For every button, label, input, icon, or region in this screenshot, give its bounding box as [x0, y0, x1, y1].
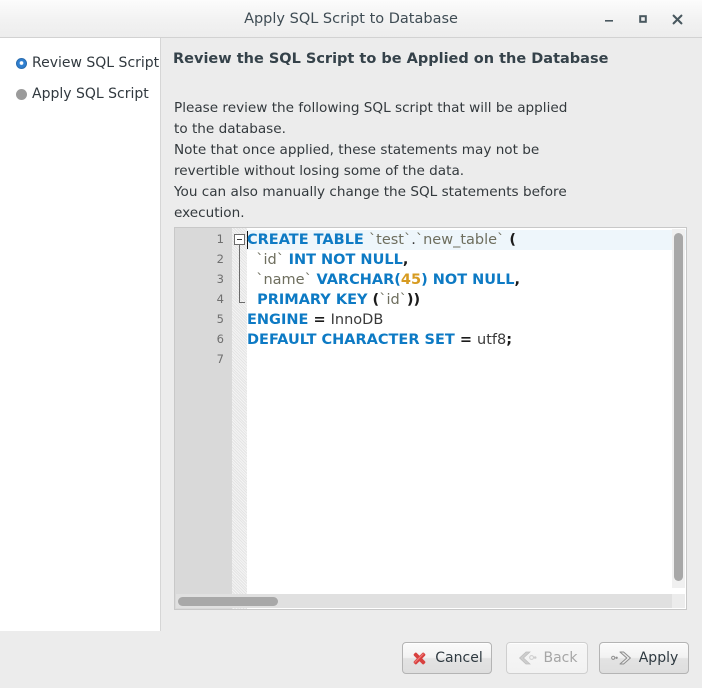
description-line: Note that once applied, these statements… [174, 142, 540, 158]
chevron-left-icon [517, 651, 537, 665]
back-button-label: Back [543, 650, 578, 666]
code-token-kw: INT NOT NULL [288, 252, 403, 268]
code-token-kw: ) NOT NULL [421, 272, 515, 288]
description-line: You can also manually change the SQL sta… [174, 184, 567, 200]
footer-bar: Cancel Back Apply [0, 631, 702, 688]
code-token-punc: ( [504, 232, 516, 248]
editor-horizontal-scrollbar[interactable] [176, 594, 673, 608]
code-line: PRIMARY KEY (`id`)) [247, 290, 420, 310]
page-title: Review the SQL Script to be Applied on t… [173, 51, 609, 67]
fold-collapse-icon[interactable] [234, 234, 245, 245]
code-token-ident: `name` [247, 272, 317, 288]
sidebar-item-label: Apply SQL Script [32, 86, 149, 102]
code-token-ident: `new_table` [415, 232, 505, 248]
code-line: `id` INT NOT NULL, [247, 250, 408, 270]
code-token-plain: InnoDB [330, 312, 384, 328]
vertical-scrollbar-thumb[interactable] [674, 233, 683, 581]
sidebar-item-review-sql-script[interactable]: Review SQL Script [0, 52, 160, 74]
line-number: 1 [216, 232, 224, 246]
editor-vertical-scrollbar[interactable] [672, 229, 685, 588]
sql-editor[interactable]: 1234567 CREATE TABLE `test`.`new_table` … [174, 227, 687, 610]
description-line: to the database. [174, 121, 286, 137]
title-bar: Apply SQL Script to Database [0, 0, 702, 38]
step-pending-icon [16, 88, 27, 100]
code-token-kw: CREATE TABLE [247, 232, 369, 248]
description-text: Please review the following SQL script t… [174, 98, 574, 224]
fold-bracket-foot [239, 302, 245, 303]
code-line: `name` VARCHAR(45) NOT NULL, [247, 270, 520, 290]
line-number: 4 [216, 292, 224, 306]
code-token-kw: ENGINE [247, 312, 314, 328]
line-number: 3 [216, 272, 224, 286]
code-token-punc: , [402, 252, 409, 268]
step-active-icon [16, 57, 27, 69]
sql-code-text[interactable]: CREATE TABLE `test`.`new_table` ( `id` I… [247, 228, 686, 609]
cancel-button-label: Cancel [435, 650, 483, 666]
line-number-gutter: 1 2 3 4 5 6 7 [175, 228, 232, 609]
sidebar-item-apply-sql-script[interactable]: Apply SQL Script [0, 83, 160, 105]
back-button[interactable]: Back [506, 642, 588, 674]
code-token-punc: , [514, 272, 521, 288]
code-token-punc: )) [406, 292, 421, 308]
cancel-icon [411, 650, 428, 667]
line-number: 7 [216, 352, 224, 366]
maximize-icon[interactable] [626, 4, 660, 34]
line-number: 2 [216, 252, 224, 266]
code-line: ENGINE = InnoDB [247, 310, 383, 330]
window-controls [592, 0, 694, 38]
code-token-punc: ; [506, 332, 513, 348]
code-token-ident: `test` [368, 232, 412, 248]
line-number: 5 [216, 312, 224, 326]
code-token-plain: utf8 [477, 332, 507, 348]
code-line: CREATE TABLE `test`.`new_table` ( [247, 230, 516, 250]
line-number: 6 [216, 332, 224, 346]
scrollbar-corner [672, 594, 685, 608]
apply-button[interactable]: Apply [599, 642, 689, 674]
content-panel: Review the SQL Script to be Applied on t… [161, 38, 702, 631]
description-line: Please review the following SQL script t… [174, 100, 568, 116]
code-token-ident: `id` [247, 252, 289, 268]
horizontal-scrollbar-thumb[interactable] [178, 597, 278, 606]
cancel-button[interactable]: Cancel [402, 642, 492, 674]
code-token-punc: = [313, 312, 331, 328]
code-token-punc: = [459, 332, 478, 348]
chevron-right-icon [610, 651, 632, 665]
sidebar-item-label: Review SQL Script [32, 55, 160, 71]
apply-button-label: Apply [638, 650, 679, 666]
code-token-ident: `id` [379, 292, 407, 308]
close-icon[interactable] [660, 4, 694, 34]
code-token-kw: VARCHAR( [316, 272, 401, 288]
code-line: DEFAULT CHARACTER SET = utf8; [247, 330, 512, 350]
wizard-sidebar: Review SQL Script Apply SQL Script [0, 38, 161, 631]
code-token-num: 45 [400, 272, 422, 288]
code-token-kw: PRIMARY KEY [247, 292, 373, 308]
fold-bracket-line [239, 245, 240, 302]
code-token-kw: DEFAULT CHARACTER SET [247, 332, 460, 348]
minimize-icon[interactable] [592, 4, 626, 34]
description-line: revertible without losing some of the da… [174, 163, 465, 179]
description-line: execution. [174, 205, 245, 221]
